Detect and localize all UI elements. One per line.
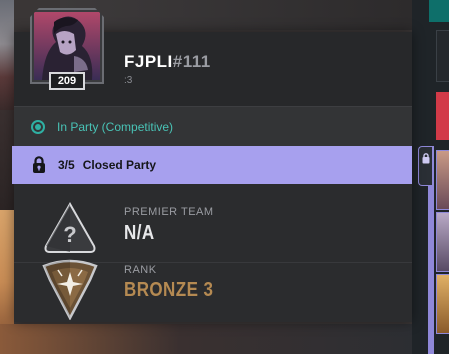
party-privacy-label: Closed Party [82,158,157,172]
sidebar-lock-tab[interactable] [418,146,432,186]
premier-team-value: N/A [124,222,155,244]
account-level-badge: 209 [49,72,85,90]
rank-label: RANK [124,264,157,276]
player-tag: #111 [172,52,211,71]
party-sidebar [412,0,449,354]
rank-section: RANK BRONZE 3 [14,259,412,326]
sidebar-slot[interactable] [436,30,449,82]
game-screen: FJPLI #111 :3 In Party (Competitive) 3/5… [0,0,449,354]
premier-team-label: PREMIER TEAM [124,206,214,218]
svg-text:?: ? [63,222,76,247]
player-name: FJPLI [124,52,173,71]
premier-team-section: ? PREMIER TEAM N/A [14,192,412,263]
party-status-row: In Party (Competitive) [14,106,412,146]
party-size-count: 3/5 [58,158,75,172]
question-triangle-icon: ? [44,201,96,253]
sidebar-accent [429,0,449,22]
party-status-text: In Party (Competitive) [57,119,174,134]
rank-value: BRONZE 3 [124,279,214,301]
background-top [60,0,430,30]
player-name-row: FJPLI #111 [124,52,211,72]
party-member-thumb[interactable] [436,274,449,334]
bronze-rank-icon [42,259,98,320]
party-member-thumb[interactable] [436,150,449,210]
online-status-icon [31,119,45,134]
player-card-art [34,12,100,80]
sidebar-red-card[interactable] [436,92,449,140]
lock-icon [422,153,429,164]
player-subtitle: :3 [124,75,133,86]
background-bottom [0,324,449,354]
lock-icon [33,156,45,173]
party-member-thumb[interactable] [436,212,449,272]
player-avatar[interactable]: 209 [30,8,104,94]
background-left-top [0,0,14,110]
party-privacy-bar[interactable]: 3/5 Closed Party [12,146,412,184]
